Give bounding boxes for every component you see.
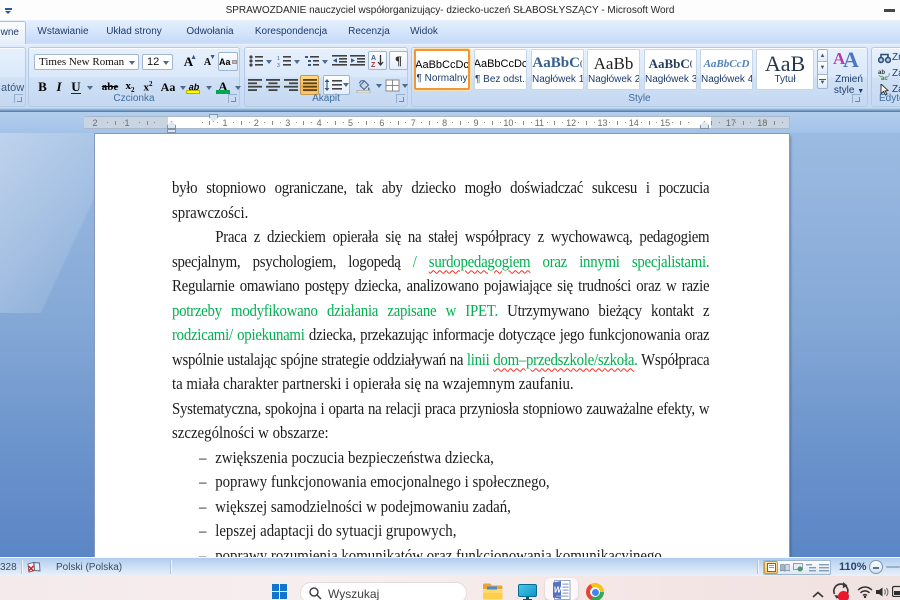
svg-text:Z: Z — [371, 62, 376, 67]
svg-text:A: A — [371, 55, 376, 62]
svg-text:1: 1 — [277, 56, 280, 62]
svg-text:3: 3 — [277, 63, 280, 67]
